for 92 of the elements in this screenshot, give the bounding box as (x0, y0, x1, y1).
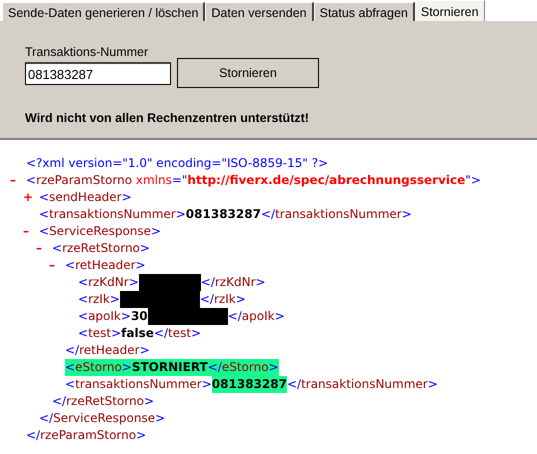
xml-value: STORNIERT (132, 359, 208, 376)
xml-tag-name: eStorno (222, 359, 269, 376)
xml-markup: < (39, 206, 50, 223)
xml-markup: > (140, 342, 150, 359)
xml-markup: > (202, 376, 212, 393)
xml-markup: > (122, 359, 132, 376)
xml-tag-name: rzKdNr (88, 274, 129, 291)
tab[interactable]: Daten versenden (205, 2, 314, 21)
xml-tag-name: rzKdNr (214, 274, 256, 291)
xml-markup: > (256, 274, 266, 291)
xml-markup: > (144, 393, 154, 410)
xml-markup: </ (200, 274, 215, 291)
xml-tag-name: test (88, 325, 112, 342)
xml-tag-name: transaktionsNummer (49, 206, 176, 223)
xml-markup: > (128, 274, 139, 291)
xml-markup: </ (208, 359, 222, 376)
xml-tag-name: retHeader (79, 342, 140, 359)
xml-tag-name: rzIk (214, 291, 236, 308)
xml-markup: < (52, 240, 62, 257)
xml-markup: > (236, 291, 246, 308)
xml-markup: > (274, 308, 285, 325)
xml-markup: </ (154, 325, 168, 342)
tab[interactable]: Status abfragen (314, 2, 415, 21)
xml-tag-name: rzeParamStorno (36, 172, 132, 189)
xml-markup: </ (52, 393, 66, 410)
xml-markup: < (78, 308, 88, 325)
xml-tag-name: rzeParamStorno (40, 427, 136, 444)
xml-markup: < (39, 223, 50, 240)
xml-markup: < (78, 325, 88, 342)
xml-markup: > (120, 308, 131, 325)
tab[interactable]: Sende-Daten generieren / löschen (2, 2, 206, 21)
xml-markup: > (268, 359, 279, 376)
xml-markup: < (65, 359, 76, 376)
tab[interactable]: Stornieren (414, 0, 485, 21)
xml-tag-name: apoIk (242, 308, 275, 325)
xml-declaration: <?xml version="1.0" encoding="ISO-8859-15" ?> (26, 155, 328, 172)
redaction-block (138, 274, 201, 291)
xml-markup: </ (228, 308, 242, 325)
transaction-number-field[interactable]: 081383287 (25, 62, 171, 85)
xml-markup: </ (26, 427, 40, 444)
xml-markup: > (428, 376, 438, 393)
xml-tag-name: retHeader (75, 257, 136, 274)
xml-markup: </ (65, 342, 80, 359)
xml-tag-name: transaktionsNummer (301, 376, 428, 393)
collapse-toggle[interactable]: – (23, 223, 39, 240)
notice-text: Wird nicht von allen Rechenzentren unterstützt! (25, 111, 309, 125)
xml-markup: > (191, 325, 202, 342)
cancel-button[interactable]: Stornieren (177, 58, 319, 88)
xml-tag-name: ServiceResponse (49, 223, 152, 240)
xml-markup: > (140, 240, 150, 257)
xml-markup: </ (260, 206, 276, 223)
xml-markup: < (65, 376, 76, 393)
xml-value: 30 (130, 308, 148, 325)
xml-markup: > (151, 223, 162, 240)
xml-markup: =" (172, 172, 188, 189)
xml-attribute: xmlns (134, 172, 172, 189)
xml-markup: > (176, 206, 186, 223)
xml-markup: > (136, 427, 146, 444)
xml-tag-name: apoIk (88, 308, 121, 325)
field-label: Transaktions-Nummer (25, 45, 150, 59)
xml-markup: > (111, 325, 122, 342)
xml-tag-name: rzeRetStorno (62, 240, 140, 257)
collapse-toggle[interactable]: – (10, 172, 26, 189)
xml-markup: > (155, 410, 166, 427)
xml-tag-name: ServiceResponse (53, 410, 156, 427)
xml-value: 081383287 (212, 376, 287, 393)
xml-tag-name: transaktionsNummer (275, 206, 402, 223)
xml-markup: > (110, 291, 120, 308)
xml-markup: > (402, 206, 412, 223)
xml-markup: < (26, 172, 36, 189)
xml-tag-name: sendHeader (49, 189, 122, 206)
xml-markup: </ (200, 291, 214, 308)
xml-markup: < (39, 189, 50, 206)
xml-markup: "> (465, 172, 481, 189)
xml-markup: </ (286, 376, 302, 393)
xml-markup: > (122, 189, 132, 206)
xml-tag-name: transaktionsNummer (75, 376, 202, 393)
xml-tag-name: test (168, 325, 192, 342)
xml-tag-name: rzeRetStorno (66, 393, 144, 410)
xml-tag-name: eStorno (75, 359, 122, 376)
xml-markup: > (136, 257, 146, 274)
xml-attribute-value: http://fiverx.de/spec/abrechnungsservice (187, 172, 466, 189)
xml-markup: < (78, 274, 88, 291)
xml-markup: < (78, 291, 88, 308)
expand-toggle[interactable]: + (23, 189, 39, 206)
collapse-toggle[interactable]: – (49, 257, 65, 274)
xml-markup: </ (39, 410, 54, 427)
xml-value: false (121, 325, 154, 342)
xml-value: 081383287 (186, 206, 261, 223)
xml-tag-name: rzIk (88, 291, 110, 308)
xml-markup: < (65, 257, 76, 274)
collapse-toggle[interactable]: – (36, 240, 52, 257)
